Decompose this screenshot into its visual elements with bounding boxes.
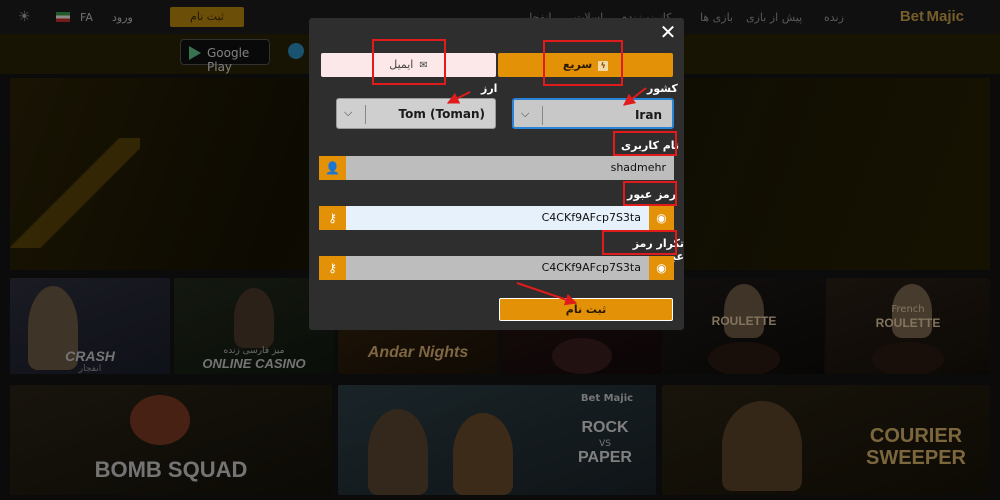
arrow-to-submit	[516, 282, 578, 306]
arrow-to-currency	[446, 91, 471, 104]
page: ☀ FA ورود ثبت نام انفجار اسلات کازینو زن…	[0, 0, 1000, 500]
annotation-arrows	[446, 87, 647, 306]
arrow-to-country	[623, 87, 647, 106]
